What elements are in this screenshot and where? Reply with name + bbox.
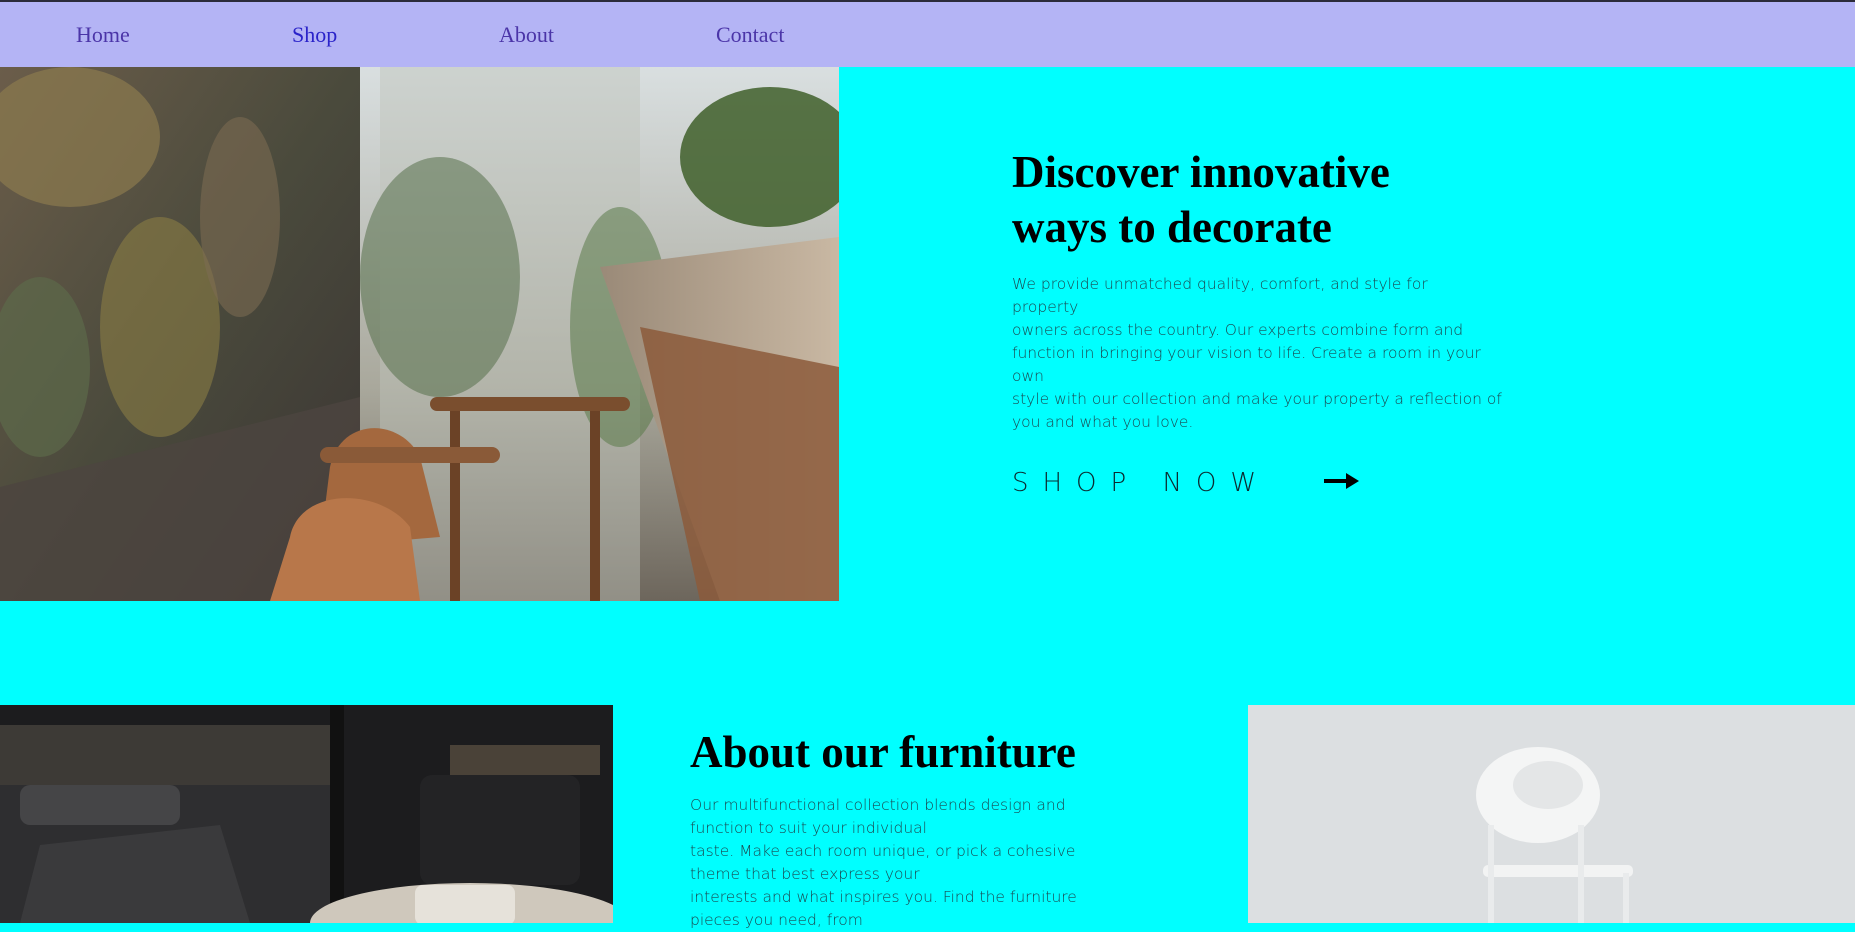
hero-description-line: style with our collection and make your … [1012,390,1502,408]
hero-description: We provide unmatched quality, comfort, a… [1012,273,1532,434]
hero-description-line: function in bringing your vision to life… [1012,344,1481,362]
about-image-white-chair-art [1248,705,1855,923]
hero-description-line: you and what you love. [1012,413,1194,431]
nav-link-shop[interactable]: Shop [292,22,337,48]
shop-now-label: SHOP NOW [1012,468,1271,498]
hero-title-line: ways to decorate [1012,202,1332,252]
about-description-line: pieces you need, from [690,911,863,929]
hero-title: Discover innovative ways to decorate [1012,145,1532,255]
about-image-bedroom-art [0,705,613,923]
about-image-white-chair [1248,705,1855,923]
arrow-right-icon [1324,471,1360,495]
hero-description-line: owners across the country. Our experts c… [1012,321,1464,339]
about-description-line: theme that best express your [690,865,920,883]
nav-link-home[interactable]: Home [76,22,130,48]
nav-link-about[interactable]: About [499,22,554,48]
about-image-bedroom [0,705,613,923]
about-title: About our furniture [690,727,1076,777]
hero-description-line: We provide unmatched quality, comfort, a… [1012,275,1428,293]
shop-now-link[interactable]: SHOP NOW [1012,468,1360,498]
about-description-line: taste. Make each room unique, or pick a … [690,842,1076,860]
hero-text-block: Discover innovative ways to decorate We … [1012,145,1532,434]
hero-image-cafe-stools [0,67,839,601]
hero-description-line: property [1012,298,1079,316]
about-description-line: Our multifunctional collection blends de… [690,796,1066,814]
top-nav-bar: Home Shop About Contact [0,0,1855,67]
about-description-line: interests and what inspires you. Find th… [690,888,1077,906]
about-description: Our multifunctional collection blends de… [690,794,1110,932]
hero-description-line: own [1012,367,1044,385]
about-text-block: About our furniture Our multifunctional … [690,725,1110,932]
hero-image-art [0,67,839,601]
nav-link-contact[interactable]: Contact [716,22,784,48]
about-description-line: function to suit your individual [690,819,927,837]
hero-title-line: Discover innovative [1012,147,1390,197]
